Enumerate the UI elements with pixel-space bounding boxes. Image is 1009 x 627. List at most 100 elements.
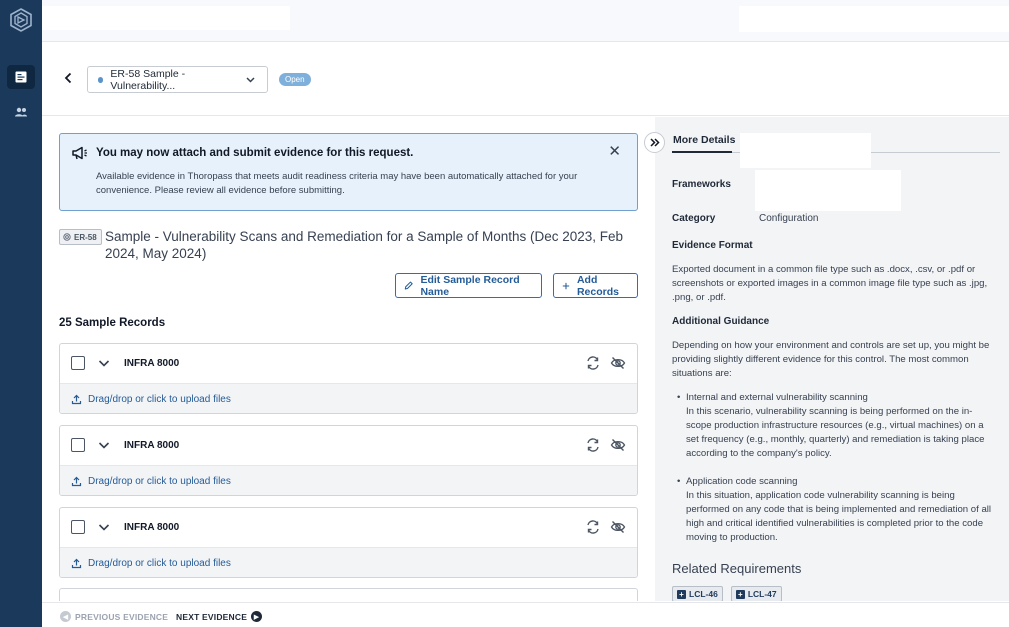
evidence-format-label: Evidence Format (672, 240, 753, 251)
related-requirement-chip[interactable]: + LCL-47 (730, 586, 782, 601)
status-dot (98, 76, 104, 83)
topbar-blank-right (739, 6, 1009, 32)
request-header: ER-58 Sample - Vulnerability... Open (42, 42, 1009, 116)
megaphone-icon (71, 145, 89, 164)
request-id-chip: ER-58 (59, 229, 102, 245)
close-icon[interactable]: ✕ (608, 144, 621, 159)
alert-title: You may now attach and submit evidence f… (96, 147, 414, 159)
details-panel: More Details Frameworks Category Configu… (655, 117, 1009, 601)
users-icon (15, 107, 27, 117)
related-requirement-id: LCL-47 (747, 589, 777, 599)
record-checkbox[interactable] (71, 438, 85, 452)
record-header: INFRA 8000 (60, 426, 637, 465)
edit-sample-record-name-button[interactable]: Edit Sample Record Name (395, 273, 542, 298)
record-checkbox[interactable] (71, 356, 85, 370)
evidence-pager: ◀ PREVIOUS EVIDENCE NEXT EVIDENCE ▶ (42, 602, 1009, 627)
guidance-list: Internal and external vulnerability scan… (672, 391, 996, 545)
redacted-frameworks (755, 170, 901, 211)
evidence-format-text: Exported document in a common file type … (672, 264, 988, 303)
sync-icon[interactable] (585, 355, 601, 371)
record-name: INFRA 8000 (124, 440, 180, 451)
topbar-blank-left (42, 6, 290, 30)
next-evidence-label: NEXT EVIDENCE (176, 611, 248, 622)
nav-users-button[interactable] (7, 100, 35, 124)
sample-record-partial (59, 588, 638, 601)
status-badge: Open (279, 73, 311, 86)
tab-more-details[interactable]: More Details (673, 134, 735, 152)
sync-icon[interactable] (585, 519, 601, 535)
upload-label: Drag/drop or click to upload files (88, 394, 231, 405)
category-value: Configuration (759, 213, 819, 224)
guidance-item-title: Application code scanning (686, 476, 798, 487)
sample-record: INFRA 8000 Drag/drop or click to upload … (59, 425, 638, 496)
category-label: Category (672, 213, 716, 224)
chevron-down-icon[interactable] (97, 356, 111, 370)
arrow-right-icon: ▶ (251, 611, 263, 622)
record-name: INFRA 8000 (124, 522, 180, 533)
upload-label: Drag/drop or click to upload files (88, 558, 231, 569)
eye-off-icon[interactable] (610, 355, 626, 371)
upload-icon (71, 558, 82, 569)
previous-evidence-label: PREVIOUS EVIDENCE (75, 611, 169, 622)
upload-icon (71, 394, 82, 405)
sample-record: INFRA 8000 Drag/drop or click to upload … (59, 507, 638, 578)
nav-evidence-button[interactable] (7, 65, 35, 89)
related-requirement-chip[interactable]: + LCL-46 (672, 586, 723, 601)
plus-box-icon: + (677, 589, 686, 599)
related-requirement-id: LCL-46 (689, 589, 718, 599)
redacted-area (740, 133, 871, 168)
chevrons-right-icon (649, 138, 660, 147)
collapse-panel-button[interactable] (644, 132, 665, 153)
fingerprint-icon (63, 233, 71, 241)
chevron-down-icon[interactable] (97, 438, 111, 452)
record-header: INFRA 8000 (60, 508, 637, 547)
list-item: Application code scanning In this situat… (672, 475, 996, 545)
next-evidence-button[interactable]: NEXT EVIDENCE ▶ (176, 611, 263, 622)
arrow-left-icon: ◀ (60, 611, 71, 622)
upload-dropzone[interactable]: Drag/drop or click to upload files (60, 547, 637, 577)
request-select[interactable]: ER-58 Sample - Vulnerability... (87, 66, 268, 93)
back-button[interactable] (60, 70, 76, 86)
chevron-down-icon (246, 75, 255, 85)
upload-dropzone[interactable]: Drag/drop or click to upload files (60, 383, 637, 413)
record-name: INFRA 8000 (124, 358, 180, 369)
guidance-item-text: In this situation, application code vuln… (686, 490, 992, 543)
record-header: INFRA 8000 (60, 344, 637, 383)
plus-icon (562, 282, 570, 289)
info-alert: You may now attach and submit evidence f… (59, 133, 638, 211)
eye-off-icon[interactable] (610, 437, 626, 453)
sync-icon[interactable] (585, 437, 601, 453)
eye-off-icon[interactable] (610, 519, 626, 535)
tab-active-indicator (672, 151, 732, 153)
related-requirements: + LCL-46 + LCL-47 (672, 586, 782, 601)
add-button-label: Add Records (576, 273, 619, 298)
request-title: Sample - Vulnerability Scans and Remedia… (105, 229, 624, 261)
related-requirements-heading: Related Requirements (672, 561, 802, 576)
chevron-left-icon (64, 72, 72, 84)
request-id: ER-58 (74, 232, 97, 242)
guidance-item-text: In this scenario, vulnerability scanning… (686, 406, 985, 459)
pencil-icon (404, 281, 413, 290)
previous-evidence-button[interactable]: ◀ PREVIOUS EVIDENCE (60, 611, 168, 622)
upload-dropzone[interactable]: Drag/drop or click to upload files (60, 465, 637, 495)
record-checkbox[interactable] (71, 520, 85, 534)
guidance-item-title: Internal and external vulnerability scan… (686, 392, 868, 403)
list-item: Internal and external vulnerability scan… (672, 391, 996, 461)
plus-box-icon: + (735, 589, 745, 599)
top-bar (42, 0, 1009, 42)
chevron-down-icon[interactable] (97, 520, 111, 534)
alert-body: Available evidence in Thoropass that mee… (96, 171, 578, 196)
additional-guidance-text: Depending on how your environment and co… (672, 340, 990, 379)
sample-record: INFRA 8000 Drag/drop or click to upload … (59, 343, 638, 414)
upload-icon (71, 476, 82, 487)
thoropass-logo-icon[interactable] (9, 8, 33, 32)
edit-button-label: Edit Sample Record Name (420, 273, 520, 298)
add-records-button[interactable]: Add Records (553, 273, 638, 298)
upload-label: Drag/drop or click to upload files (88, 476, 231, 487)
left-nav-rail (0, 0, 42, 627)
additional-guidance-label: Additional Guidance (672, 316, 770, 327)
main-content: You may now attach and submit evidence f… (42, 117, 655, 601)
records-heading: 25 Sample Records (59, 317, 166, 329)
frameworks-label: Frameworks (672, 179, 731, 190)
evidence-list-icon (15, 71, 27, 83)
